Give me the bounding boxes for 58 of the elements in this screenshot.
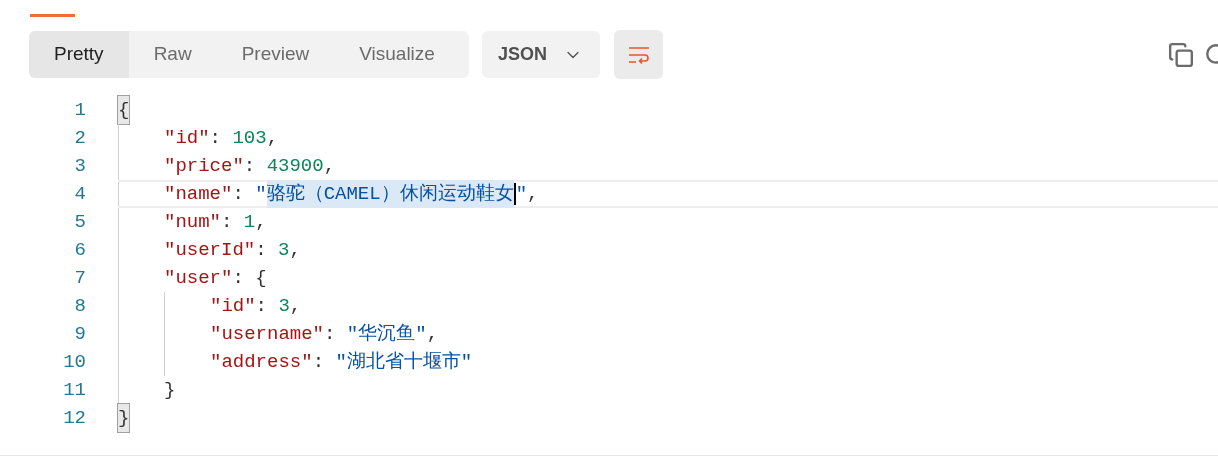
code-token: "id": [210, 293, 256, 319]
code-token: 3: [278, 293, 290, 319]
line-number: 2: [73, 125, 86, 151]
code-token: ": [515, 181, 528, 207]
code-token: "湖北省十堰市": [335, 349, 473, 375]
code-token: :: [255, 293, 268, 319]
view-tab[interactable]: Pretty: [29, 31, 129, 78]
code-token: ,: [527, 181, 539, 207]
line-number: 12: [62, 405, 86, 431]
code-token: "username": [210, 321, 325, 347]
code-token: 43900: [266, 153, 324, 179]
line-number: 1: [73, 97, 86, 123]
code-token: ,: [289, 237, 301, 263]
format-dropdown[interactable]: JSON: [482, 31, 600, 78]
line-number: 5: [73, 209, 86, 235]
code-token: :: [221, 209, 234, 235]
code-token: :: [255, 237, 268, 263]
line-number: 3: [73, 153, 86, 179]
line-number: 6: [73, 237, 86, 263]
code-token: "华沉鱼": [346, 321, 427, 347]
line-number: 4: [73, 181, 86, 207]
matched-bracket: {: [118, 95, 130, 125]
code-token: :: [312, 349, 326, 375]
code-token: : {: [232, 265, 267, 291]
code-token: "id": [164, 125, 210, 151]
code-token: :: [232, 181, 245, 207]
view-tab[interactable]: Visualize: [334, 31, 460, 78]
code-token: :: [324, 321, 337, 347]
code-token: ": [255, 181, 267, 207]
line-number: 8: [73, 293, 86, 319]
code-token: 1: [243, 209, 256, 235]
code-token: "num": [164, 209, 221, 235]
line-number: 7: [73, 265, 86, 291]
code-token: "name": [164, 181, 233, 207]
code-token: :: [243, 153, 257, 179]
code-token: }: [164, 377, 176, 403]
copy-icon[interactable]: [1168, 41, 1194, 68]
matched-bracket: }: [118, 403, 130, 433]
code-token: "userId": [164, 237, 256, 263]
code-token: :: [209, 125, 222, 151]
code-token: ,: [266, 125, 279, 151]
code-token: ,: [255, 209, 267, 235]
line-number: 11: [62, 377, 86, 403]
selected-text: 骆驼（CAMEL）休闲运动鞋女: [266, 179, 514, 209]
code-token: ,: [426, 321, 439, 347]
line-number: 9: [73, 321, 86, 347]
code-token: ,: [289, 293, 302, 319]
code-token: 103: [232, 125, 267, 151]
line-number: 10: [62, 349, 86, 375]
code-token: "user": [164, 265, 233, 291]
code-token: 3: [278, 237, 290, 263]
code-token: ,: [323, 153, 336, 179]
view-tab[interactable]: Raw: [128, 31, 217, 78]
code-token: "address": [210, 349, 313, 375]
tab-indicator: [30, 14, 75, 17]
code-token: "price": [164, 153, 244, 179]
view-tab[interactable]: Preview: [216, 31, 335, 78]
text-cursor: [513, 183, 516, 205]
